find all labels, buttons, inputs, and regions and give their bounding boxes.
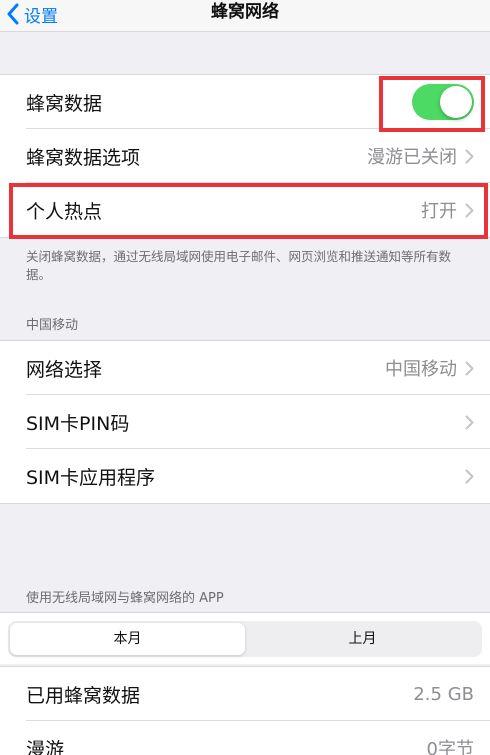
- cellular-data-label: 蜂窝数据: [26, 92, 103, 115]
- roaming-row: 漫游 0字节: [0, 721, 490, 755]
- roaming-value: 0字节: [426, 739, 474, 755]
- sim-apps-label: SIM卡应用程序: [26, 466, 156, 489]
- usage-group: 已用蜂窝数据 2.5 GB 漫游 0字节: [0, 666, 490, 755]
- chevron-right-icon: [465, 415, 474, 429]
- used-cellular-data-value: 2.5 GB: [413, 683, 474, 705]
- personal-hotspot-value: 打开: [421, 201, 457, 222]
- sim-pin-label: SIM卡PIN码: [26, 412, 130, 435]
- navigation-bar: 设置 蜂窝网络: [0, 0, 490, 32]
- page-title: 蜂窝网络: [211, 2, 279, 22]
- cellular-settings-page: 设置 蜂窝网络 蜂窝数据 蜂窝数据选项 漫游已关闭 个人热点 打开 关闭蜂窝数据…: [0, 0, 490, 755]
- carrier-group: 网络选择 中国移动 SIM卡PIN码 SIM卡应用程序: [0, 340, 490, 504]
- personal-hotspot-label: 个人热点: [26, 200, 103, 223]
- chevron-right-icon: [465, 149, 474, 163]
- network-selection-label: 网络选择: [26, 358, 103, 381]
- toggle-knob: [440, 86, 472, 118]
- personal-hotspot-row[interactable]: 个人热点 打开: [0, 183, 490, 237]
- cellular-data-options-label: 蜂窝数据选项: [26, 146, 141, 169]
- segment-this-month[interactable]: 本月: [10, 623, 245, 655]
- chevron-right-icon: [465, 469, 474, 483]
- cellular-data-row: 蜂窝数据: [0, 75, 490, 129]
- cellular-footnote: 关闭蜂窝数据，通过无线局域网使用电子邮件、网页浏览和推送通知等所有数据。: [26, 249, 452, 282]
- segment-last-month[interactable]: 上月: [245, 623, 480, 655]
- network-selection-value: 中国移动: [385, 359, 457, 380]
- network-selection-row[interactable]: 网络选择 中国移动: [0, 341, 490, 395]
- roaming-label: 漫游: [26, 738, 65, 755]
- period-segmented-control: 本月 上月: [8, 621, 482, 657]
- cellular-data-toggle[interactable]: [412, 84, 474, 120]
- used-cellular-data-row: 已用蜂窝数据 2.5 GB: [0, 667, 490, 721]
- used-cellular-data-label: 已用蜂窝数据: [26, 684, 141, 707]
- chevron-right-icon: [465, 203, 474, 217]
- period-selector-container: 本月 上月: [0, 612, 490, 664]
- chevron-right-icon: [465, 361, 474, 375]
- cellular-data-options-row[interactable]: 蜂窝数据选项 漫游已关闭: [0, 129, 490, 183]
- cellular-data-options-value: 漫游已关闭: [367, 147, 457, 168]
- sim-pin-row[interactable]: SIM卡PIN码: [0, 395, 490, 449]
- sim-apps-row[interactable]: SIM卡应用程序: [0, 449, 490, 503]
- carrier-section-header: 中国移动: [26, 318, 79, 333]
- cellular-group: 蜂窝数据 蜂窝数据选项 漫游已关闭 个人热点 打开: [0, 74, 490, 238]
- apps-section-header: 使用无线局域网与蜂窝网络的 APP: [26, 591, 224, 606]
